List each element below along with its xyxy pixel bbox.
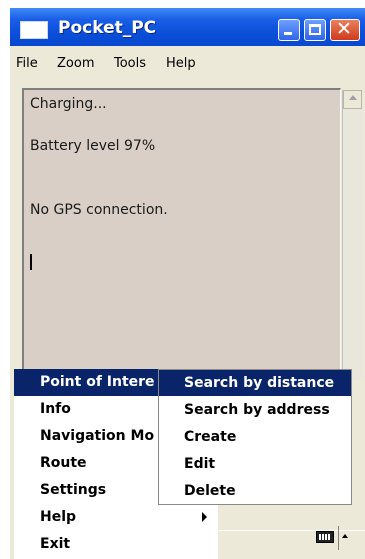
menu-item-help[interactable]: Help	[14, 504, 218, 531]
submenu-create[interactable]: Create	[159, 424, 351, 450]
input-panel-button[interactable]	[338, 526, 353, 550]
keyboard-icon[interactable]	[316, 531, 334, 543]
submenu-item-label: Search by address	[184, 402, 330, 418]
maximize-icon	[309, 24, 321, 35]
close-button[interactable]: ✕	[330, 18, 360, 41]
up-arrow-icon	[349, 95, 357, 100]
window-title: Pocket_PC	[58, 18, 157, 38]
menu-bar: File Zoom Tools Help	[10, 50, 365, 76]
vertical-scrollbar[interactable]	[342, 90, 363, 380]
menu-tools[interactable]: Tools	[114, 56, 146, 71]
menu-item-label: Route	[40, 455, 87, 471]
title-bar[interactable]: Pocket_PC ✕	[10, 8, 365, 46]
menu-item-label: Info	[40, 401, 71, 417]
maximize-button[interactable]	[304, 19, 326, 41]
submenu-arrow-icon	[202, 512, 207, 522]
submenu-item-label: Create	[184, 429, 237, 445]
charging-status: Charging...	[30, 96, 107, 112]
menu-item-exit[interactable]: Exit	[14, 531, 218, 558]
battery-level: Battery level 97%	[30, 138, 156, 154]
menu-item-label: Exit	[40, 536, 71, 552]
text-caret	[30, 254, 32, 270]
up-arrow-icon	[342, 534, 348, 538]
submenu-item-label: Edit	[184, 456, 216, 472]
menu-item-label: Navigation Mo	[40, 428, 155, 444]
menu-zoom[interactable]: Zoom	[57, 56, 94, 71]
menu-file[interactable]: File	[16, 56, 38, 71]
point-of-interest-submenu: Search by distance Search by address Cre…	[158, 369, 352, 505]
scroll-up-button[interactable]	[343, 90, 362, 109]
minimize-icon	[284, 32, 292, 35]
minimize-button[interactable]	[278, 19, 300, 41]
menu-help[interactable]: Help	[166, 56, 196, 71]
submenu-search-by-address[interactable]: Search by address	[159, 397, 351, 423]
status-text-area[interactable]: Charging... Battery level 97% No GPS con…	[22, 88, 341, 379]
submenu-item-label: Search by distance	[184, 375, 335, 391]
submenu-edit[interactable]: Edit	[159, 451, 351, 477]
submenu-search-by-distance[interactable]: Search by distance	[159, 370, 351, 396]
close-icon: ✕	[336, 18, 352, 40]
app-icon	[20, 21, 48, 39]
menu-item-label: Help	[40, 509, 77, 525]
menu-item-label: Settings	[40, 482, 107, 498]
gps-status: No GPS connection.	[30, 202, 168, 218]
submenu-item-label: Delete	[184, 483, 236, 499]
submenu-delete[interactable]: Delete	[159, 478, 351, 504]
